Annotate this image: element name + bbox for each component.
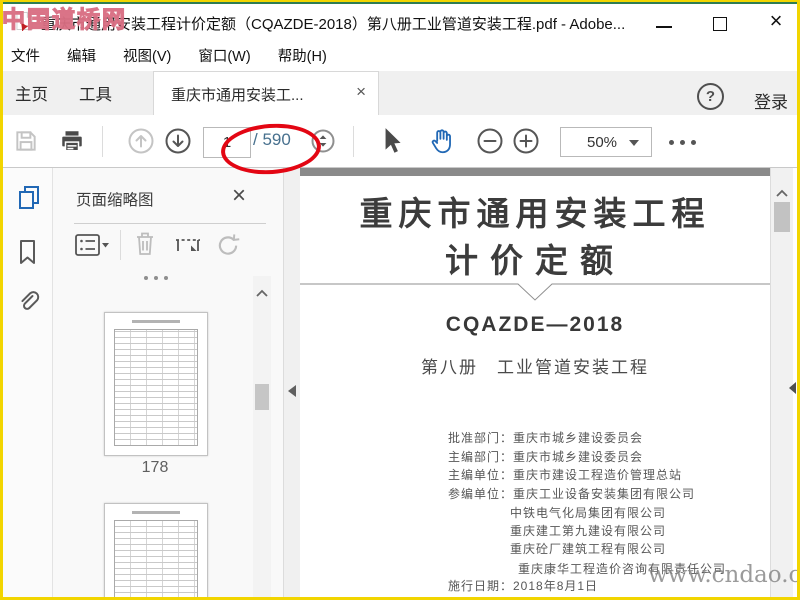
doc-volume: 第八册 工业管道安装工程: [421, 358, 649, 377]
panel-toolbar-divider: [120, 230, 121, 260]
panel-divider: [74, 223, 266, 224]
extract-pages-icon[interactable]: [174, 233, 202, 262]
page-number-input[interactable]: [203, 127, 251, 158]
next-page-icon[interactable]: [164, 127, 192, 160]
help-icon[interactable]: ?: [697, 83, 724, 110]
menu-help[interactable]: 帮助(H): [278, 45, 327, 66]
thumbnail-options-icon[interactable]: [74, 232, 110, 263]
panel-drag-handle[interactable]: [144, 276, 168, 280]
collapse-panel-icon[interactable]: [288, 385, 296, 397]
panel-splitter[interactable]: [283, 168, 301, 597]
document-scrollbar-thumb[interactable]: [774, 202, 790, 232]
tab-home[interactable]: 主页: [15, 71, 48, 115]
page-total-label: / 590: [253, 130, 291, 149]
page-scrubber-icon[interactable]: [310, 128, 336, 159]
doc-info-line: 重庆建工第九建设有限公司: [510, 524, 667, 538]
bookmarks-icon[interactable]: [16, 238, 40, 271]
thumbnail-page-178[interactable]: [104, 312, 208, 456]
hand-tool-icon[interactable]: [427, 126, 457, 161]
tab-tools[interactable]: 工具: [79, 71, 112, 115]
menu-file[interactable]: 文件: [11, 45, 40, 66]
doc-info-line: 重庆砼厂建筑工程有限公司: [510, 542, 667, 556]
panel-close-icon[interactable]: ×: [232, 182, 246, 210]
minimize-button[interactable]: [643, 10, 685, 36]
frame-border-top-green: [0, 2, 800, 4]
chevron-down-icon: [629, 140, 639, 146]
panel-scrollbar[interactable]: [253, 276, 271, 597]
doc-code: CQAZDE—2018: [445, 313, 625, 336]
doc-info-line: 批准部门：重庆市城乡建设委员会: [448, 431, 644, 445]
zoom-out-icon[interactable]: [476, 127, 504, 160]
document-area: 重庆市通用安装工程 计价定额 CQAZDE—2018 第八册 工业管道安装工程 …: [300, 168, 770, 597]
panel-scrollbar-thumb[interactable]: [255, 384, 269, 410]
save-icon[interactable]: [13, 128, 39, 159]
navigation-rail: [3, 168, 53, 597]
tab-close-icon[interactable]: ×: [356, 82, 366, 102]
thumbnail-page-label: 178: [141, 459, 169, 476]
window-title: 重庆市通用安装工程计价定额（CQAZDE-2018）第八册工业管道安装工程.pd…: [41, 16, 626, 33]
doc-info-line: 中铁电气化局集团有限公司: [510, 506, 667, 520]
acrobat-window: 重庆市通用安装工程计价定额（CQAZDE-2018）第八册工业管道安装工程.pd…: [0, 0, 800, 600]
menu-window[interactable]: 窗口(W): [198, 45, 250, 66]
delete-pages-icon[interactable]: [133, 230, 157, 263]
page-thumbnails-icon[interactable]: [16, 184, 42, 217]
scroll-up-icon[interactable]: [776, 184, 788, 202]
rotate-pages-icon[interactable]: [215, 231, 241, 262]
thumbnails-panel: 页面缩略图 × 178: [53, 168, 283, 600]
menu-view[interactable]: 视图(V): [123, 45, 171, 66]
menu-bar: 文件 编辑 视图(V) 窗口(W) 帮助(H): [3, 40, 800, 71]
collapse-right-pane-icon[interactable]: [789, 382, 796, 394]
thumbnail-page-next[interactable]: [104, 503, 208, 600]
doc-info-line: 主编部门：重庆市城乡建设委员会: [448, 450, 644, 464]
more-tools-icon[interactable]: [669, 140, 696, 145]
tab-bar: 主页 工具 重庆市通用安装工... ×: [3, 71, 797, 116]
zoom-level-value: 50%: [587, 134, 618, 151]
pdf-app-icon: [16, 11, 34, 36]
title-divider-rule: [300, 283, 770, 301]
doc-info-line: 重庆康华工程造价咨询有限责任公司: [518, 562, 727, 576]
login-button[interactable]: 登录: [754, 88, 788, 113]
attachments-icon[interactable]: [16, 288, 40, 321]
pdf-page[interactable]: 重庆市通用安装工程 计价定额 CQAZDE—2018 第八册 工业管道安装工程 …: [300, 176, 770, 597]
doc-title-line2: 计价定额: [445, 241, 625, 280]
doc-info-line: 参编单位：重庆工业设备安装集团有限公司: [448, 487, 696, 501]
print-icon[interactable]: [59, 128, 85, 159]
doc-title-line1: 重庆市通用安装工程: [359, 194, 711, 233]
tab-document[interactable]: 重庆市通用安装工... ×: [153, 71, 379, 116]
doc-date-line: 施行日期：2018年8月1日: [448, 579, 599, 593]
menu-edit[interactable]: 编辑: [67, 45, 96, 66]
zoom-in-icon[interactable]: [512, 127, 540, 160]
doc-info-line: 主编单位：重庆市建设工程造价管理总站: [448, 468, 683, 482]
close-button[interactable]: ×: [755, 6, 797, 36]
select-tool-icon[interactable]: [379, 126, 405, 161]
panel-title: 页面缩略图: [76, 192, 154, 209]
main-toolbar: / 590 50%: [3, 115, 797, 168]
zoom-level-dropdown[interactable]: 50%: [560, 127, 652, 157]
previous-page-icon[interactable]: [127, 127, 155, 160]
scroll-up-icon[interactable]: [256, 284, 268, 302]
frame-border-left: [0, 0, 3, 600]
maximize-button[interactable]: [699, 10, 741, 36]
tab-document-label: 重庆市通用安装工...: [171, 86, 304, 104]
title-bar: 重庆市通用安装工程计价定额（CQAZDE-2018）第八册工业管道安装工程.pd…: [3, 4, 797, 38]
